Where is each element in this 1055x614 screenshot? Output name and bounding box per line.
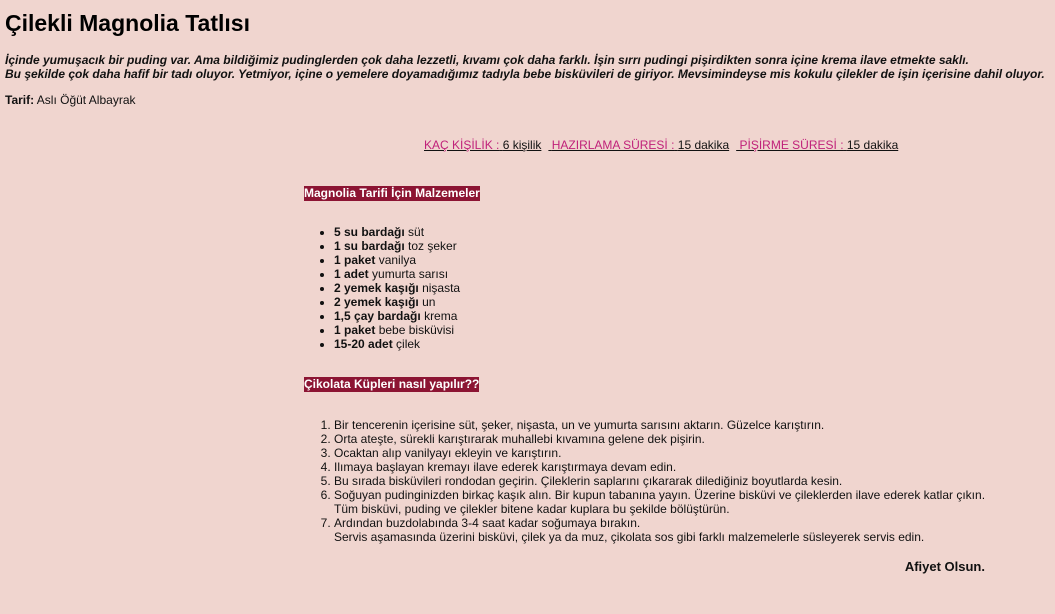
step-item: Ardından buzdolabında 3-4 saat kadar soğ… — [334, 516, 1054, 544]
ingredient-name: süt — [408, 225, 425, 239]
ingredient-qty: 2 yemek kaşığı — [334, 281, 419, 295]
step-line: Servis aşamasında üzerini bisküvi, çilek… — [334, 530, 925, 544]
meta-cook-time-value[interactable]: 15 dakika — [847, 138, 898, 152]
meta-servings-label[interactable]: KAÇ KİŞİLİK : — [424, 138, 499, 152]
meta-cook-time-label[interactable]: PİŞİRME SÜRESİ : — [740, 138, 844, 152]
meta-prep-time-value[interactable]: 15 dakika — [678, 138, 729, 152]
step-line: Ilımaya başlayan kremayı ilave ederek ka… — [334, 460, 677, 474]
meta-prep-time-label[interactable]: HAZIRLAMA SÜRESİ : — [552, 138, 675, 152]
ingredient-item: 1 su bardağı toz şeker — [334, 239, 460, 253]
step-line: Orta ateşte, sürekli karıştırarak muhall… — [334, 432, 705, 446]
ingredient-item: 1 paket bebe bisküvisi — [334, 323, 460, 337]
step-item: Bu sırada bisküvileri rondodan geçirin. … — [334, 474, 1054, 488]
step-item: Orta ateşte, sürekli karıştırarak muhall… — [334, 432, 1054, 446]
steps-list: Bir tencerenin içerisine süt, şeker, niş… — [294, 418, 1054, 544]
ingredient-qty: 1 adet — [334, 267, 369, 281]
meta-prep-time[interactable]: HAZIRLAMA SÜRESİ : 15 dakika — [552, 138, 729, 152]
ingredient-item: 5 su bardağı süt — [334, 225, 460, 239]
ingredient-name: toz şeker — [408, 239, 457, 253]
ingredient-qty: 1 paket — [334, 323, 376, 337]
ingredient-item: 15-20 adet çilek — [334, 337, 460, 351]
ingredient-name: bebe bisküvisi — [378, 323, 455, 337]
ingredient-name: vanilya — [378, 253, 417, 267]
recipe-author: Tarif: Aslı Öğüt Albayrak — [5, 93, 136, 107]
recipe-meta: KAÇ KİŞİLİK : 6 kişilik HAZIRLAMA SÜRESİ… — [424, 138, 905, 152]
ingredient-qty: 1 su bardağı — [334, 239, 405, 253]
step-item: Ilımaya başlayan kremayı ilave ederek ka… — [334, 460, 1054, 474]
ingredient-item: 1 paket vanilya — [334, 253, 460, 267]
intro-line: İçinde yumuşacık bir puding var. Ama bil… — [5, 53, 969, 67]
step-item: Soğuyan pudinginizden birkaç kaşık alın.… — [334, 488, 1054, 516]
ingredient-item: 1 adet yumurta sarısı — [334, 267, 460, 281]
ingredient-item: 1,5 çay bardağı krema — [334, 309, 460, 323]
intro-line: Bu şekilde çok daha hafif bir tadı oluyo… — [5, 67, 1045, 81]
steps-header: Çikolata Küpleri nasıl yapılır?? — [304, 377, 480, 392]
ingredient-qty: 2 yemek kaşığı — [334, 295, 419, 309]
author-label: Tarif: — [5, 93, 35, 107]
recipe-intro: İçinde yumuşacık bir puding var. Ama bil… — [5, 53, 1053, 81]
step-line: Bir tencerenin içerisine süt, şeker, niş… — [334, 418, 825, 432]
meta-servings[interactable]: KAÇ KİŞİLİK : 6 kişilik — [424, 138, 541, 152]
step-line: Ardından buzdolabında 3-4 saat kadar soğ… — [334, 516, 641, 530]
ingredient-name: yumurta sarısı — [372, 267, 449, 281]
author-name: Aslı Öğüt Albayrak — [36, 93, 136, 107]
ingredient-item: 2 yemek kaşığı nişasta — [334, 281, 460, 295]
ingredient-name: çilek — [396, 337, 421, 351]
ingredient-name: krema — [424, 309, 458, 323]
step-item: Ocaktan alıp vanilyayı ekleyin ve karışt… — [334, 446, 1054, 460]
meta-cook-time[interactable]: PİŞİRME SÜRESİ : 15 dakika — [740, 138, 899, 152]
meta-servings-value[interactable]: 6 kişilik — [503, 138, 542, 152]
ingredient-item: 2 yemek kaşığı un — [334, 295, 460, 309]
ingredients-list: 5 su bardağı süt 1 su bardağı toz şeker … — [294, 225, 460, 351]
step-line: Tüm bisküvi, puding ve çilekler bitene k… — [334, 502, 730, 516]
ingredients-header: Magnolia Tarifi İçin Malzemeler — [304, 186, 480, 201]
ingredient-qty: 15-20 adet — [334, 337, 393, 351]
ingredient-name: un — [422, 295, 436, 309]
page-title: Çilekli Magnolia Tatlısı — [5, 10, 250, 36]
ingredient-qty: 1,5 çay bardağı — [334, 309, 421, 323]
ingredient-qty: 5 su bardağı — [334, 225, 405, 239]
step-line: Ocaktan alıp vanilyayı ekleyin ve karışt… — [334, 446, 562, 460]
closing-text: Afiyet Olsun. — [904, 559, 985, 574]
step-line: Bu sırada bisküvileri rondodan geçirin. … — [334, 474, 843, 488]
ingredient-name: nişasta — [422, 281, 461, 295]
step-line: Soğuyan pudinginizden birkaç kaşık alın.… — [334, 488, 986, 502]
step-item: Bir tencerenin içerisine süt, şeker, niş… — [334, 418, 1054, 432]
ingredient-qty: 1 paket — [334, 253, 376, 267]
